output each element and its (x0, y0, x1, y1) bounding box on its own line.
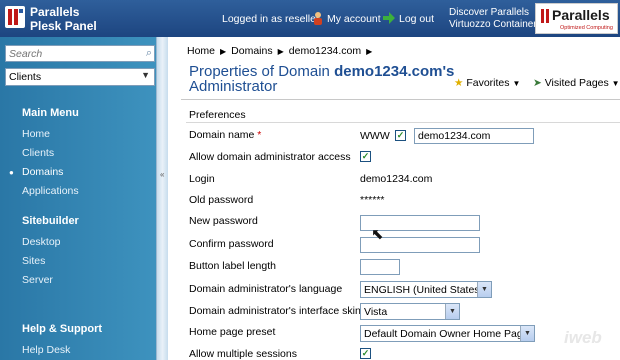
language-label: Domain administrator's language (189, 283, 343, 295)
visited-pages-menu[interactable]: ➤ Visited Pages ▼ (533, 77, 620, 89)
title-domain: demo1234.com's (334, 63, 455, 80)
required-asterisk: * (257, 129, 262, 141)
breadcrumb-arrow-icon: ▶ (366, 47, 373, 56)
top-bar: Parallels Plesk Panel Logged in as resel… (0, 0, 620, 37)
domain-name-input[interactable] (414, 128, 534, 144)
header-divider (181, 99, 620, 100)
discover-line2: Virtuozzo Containers (449, 19, 542, 30)
sidebar-item-clients[interactable]: Clients (22, 147, 54, 159)
old-password-value: ****** (360, 194, 385, 206)
chevron-down-icon: ▼ (141, 70, 150, 80)
chevron-down-icon: ▼ (445, 304, 459, 319)
breadcrumb-domains[interactable]: Domains (231, 45, 272, 57)
visited-pages-label: Visited Pages (544, 77, 609, 89)
watermark: iweb (564, 328, 602, 347)
logged-in-text: Logged in as reseller (222, 13, 320, 25)
chevron-down-icon: ▼ (512, 79, 521, 88)
main-content: Home ▶ Domains ▶ demo1234.com ▶ Properties of… (178, 37, 620, 360)
parallels-logo-icon (5, 6, 25, 28)
multiple-sessions-label: Allow multiple sessions (189, 348, 297, 360)
preferences-divider (186, 122, 620, 123)
breadcrumb-arrow-icon: ▶ (277, 47, 284, 56)
mouse-cursor-icon: ⬉ (371, 226, 384, 243)
button-label-length-label: Button label length (189, 260, 276, 272)
parallels-brand-logo: Parallels Optimized Computing (535, 3, 618, 34)
new-password-label: New password (189, 215, 258, 227)
skin-label: Domain administrator's interface skin (189, 305, 361, 317)
sidebar-item-help-desk[interactable]: Help Desk (22, 344, 70, 356)
www-checkbox[interactable]: ✓ (395, 130, 406, 141)
domain-name-label: Domain name * (189, 129, 261, 141)
sidebar-splitter[interactable]: « (156, 37, 168, 360)
confirm-password-label: Confirm password (189, 238, 274, 250)
title-line2: Administrator (189, 78, 278, 95)
log-out-link[interactable]: Log out (399, 13, 434, 25)
multiple-sessions-checkbox[interactable]: ✓ (360, 348, 371, 359)
home-preset-value: Default Domain Owner Home Page (364, 328, 529, 340)
home-preset-label: Home page preset (189, 326, 276, 338)
domain-name-label-text: Domain name (189, 129, 255, 141)
breadcrumb-domain[interactable]: demo1234.com (289, 45, 361, 57)
logo-text: Parallels (552, 7, 610, 23)
sidebar-item-desktop[interactable]: Desktop (22, 236, 61, 248)
login-value: demo1234.com (360, 173, 433, 185)
sidebar: ⌕ Clients ▼ Main Menu Home Clients ● Dom… (0, 37, 160, 360)
help-support-heading: Help & Support (22, 323, 103, 335)
chevron-down-icon: ▼ (477, 282, 491, 297)
favorites-label: Favorites (466, 77, 510, 89)
chevron-down-icon: ▼ (520, 326, 534, 341)
home-preset-select[interactable]: Default Domain Owner Home Page ▼ (360, 325, 535, 342)
logo-subtext: Optimized Computing (560, 25, 613, 31)
old-password-label: Old password (189, 194, 254, 206)
allow-access-label: Allow domain administrator access (189, 151, 351, 163)
www-label: WWW (360, 130, 390, 142)
search-input[interactable] (6, 46, 136, 61)
sidebar-item-domains[interactable]: Domains (22, 166, 63, 178)
breadcrumb-arrow-icon: ▶ (220, 47, 227, 56)
plesk-window: Parallels Plesk Panel Logged in as resel… (0, 0, 620, 360)
breadcrumb-home[interactable]: Home (187, 45, 215, 57)
language-select-value: ENGLISH (United States) (364, 284, 484, 296)
sidebar-item-applications[interactable]: Applications (22, 185, 79, 197)
visited-pages-icon: ➤ (533, 77, 542, 89)
language-select[interactable]: ENGLISH (United States) ▼ (360, 281, 492, 298)
brand-name: Parallels (30, 5, 80, 19)
login-label: Login (189, 173, 215, 185)
discover-link[interactable]: Discover Parallels Virtuozzo Containers (449, 7, 542, 31)
sidebar-item-sites[interactable]: Sites (22, 255, 45, 267)
sidebar-item-server[interactable]: Server (22, 274, 53, 286)
chevron-down-icon: ▼ (611, 79, 620, 88)
page-title: Properties of Domain demo1234.com's Admi… (189, 64, 454, 94)
my-account-link[interactable]: My account (327, 13, 381, 25)
favorites-menu[interactable]: ★ Favorites ▼ (454, 77, 520, 89)
discover-line1: Discover Parallels (449, 7, 530, 18)
clients-select-value: Clients (9, 71, 42, 83)
star-icon: ★ (454, 77, 464, 89)
clients-select[interactable]: Clients ▼ (5, 68, 155, 86)
allow-access-checkbox[interactable]: ✓ (360, 151, 371, 162)
button-label-length-input[interactable] (360, 259, 400, 275)
user-icon (314, 12, 322, 25)
skin-select-value: Vista (364, 306, 388, 318)
preferences-heading: Preferences (189, 109, 246, 121)
breadcrumb: Home ▶ Domains ▶ demo1234.com ▶ (187, 45, 377, 57)
sitebuilder-heading: Sitebuilder (22, 215, 79, 227)
sidebar-item-home[interactable]: Home (22, 128, 50, 140)
skin-select[interactable]: Vista ▼ (360, 303, 460, 320)
search-box: ⌕ (5, 45, 155, 62)
main-menu-heading: Main Menu (22, 107, 79, 119)
brand-product: Plesk Panel (30, 19, 97, 33)
search-icon[interactable]: ⌕ (146, 47, 152, 60)
active-bullet-icon: ● (9, 168, 14, 177)
logout-arrow-icon (383, 12, 395, 24)
collapse-arrow-icon[interactable]: « (160, 170, 164, 179)
